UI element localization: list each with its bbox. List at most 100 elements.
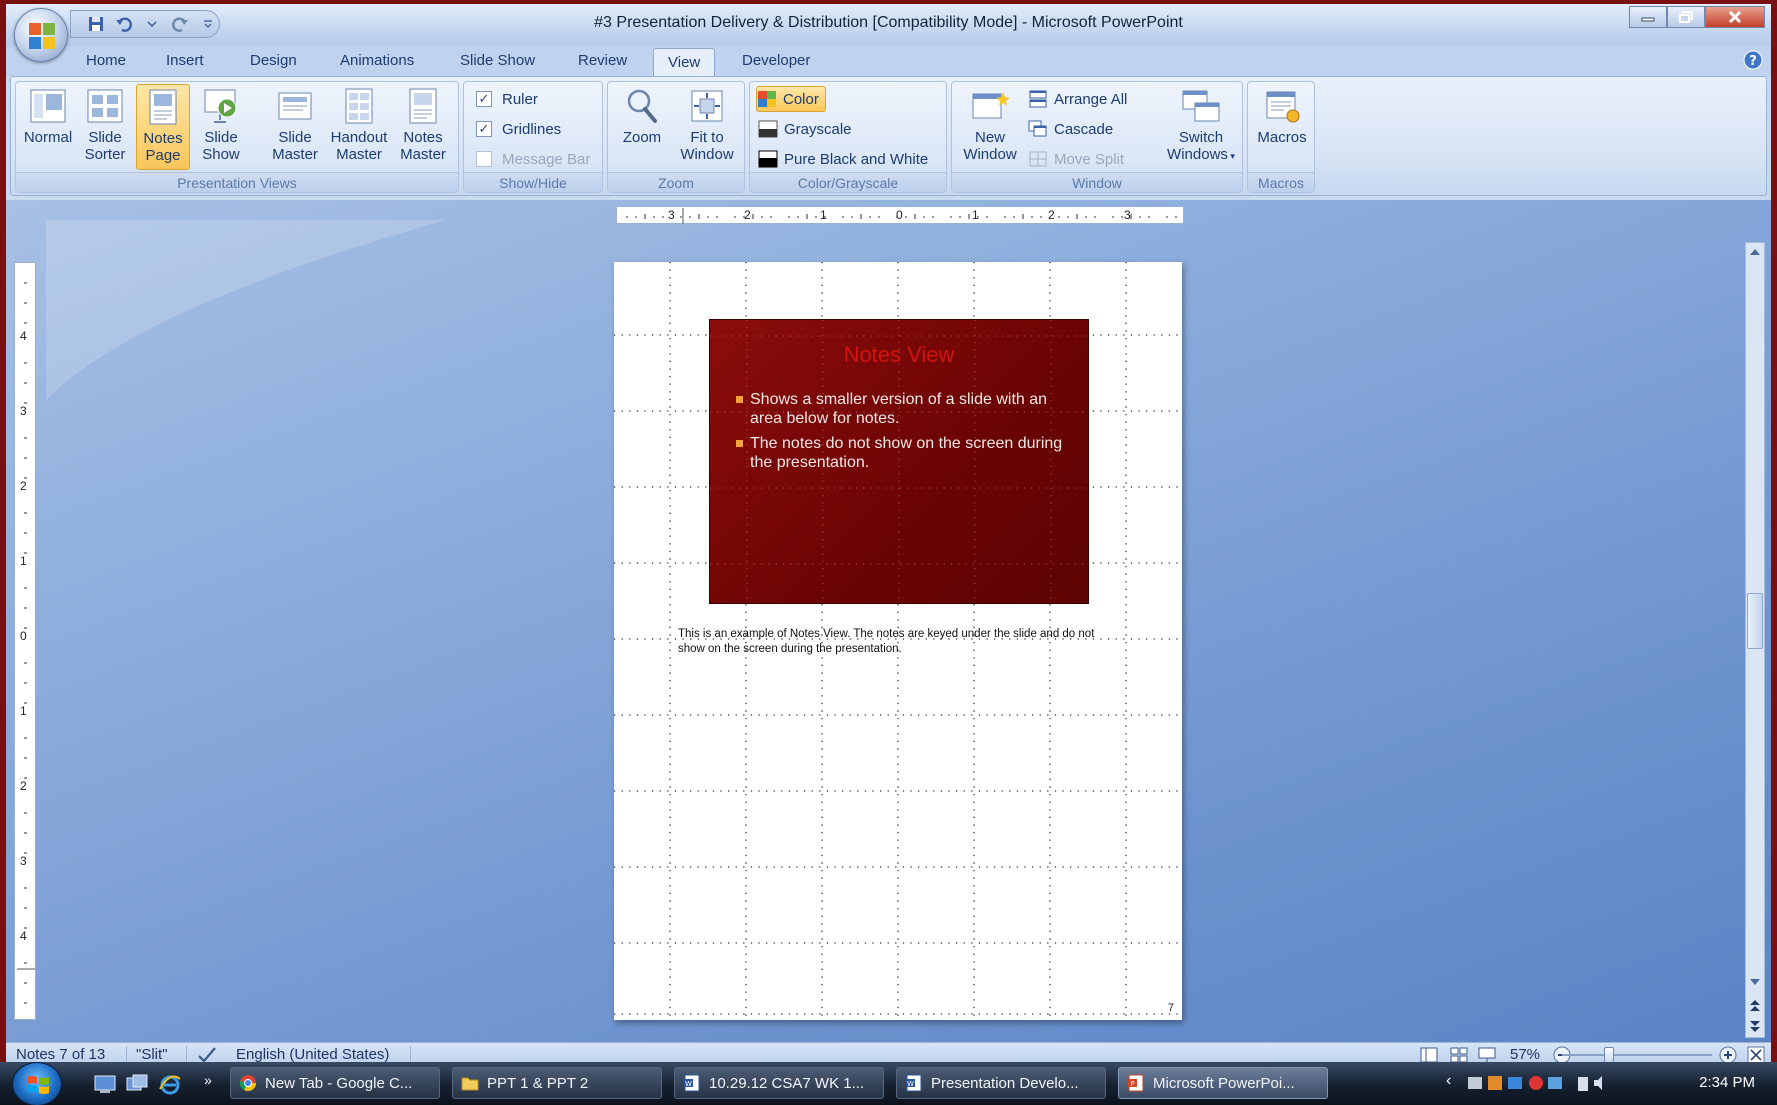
notes-page[interactable]: Notes View Shows a smaller version of a … — [614, 262, 1182, 1020]
macros-icon — [1266, 91, 1300, 123]
group-label-zoom: Zoom — [608, 172, 744, 192]
handout-master-button[interactable]: Handout Master — [326, 84, 392, 170]
next-slide-icon[interactable] — [1749, 1019, 1761, 1033]
more-icon[interactable]: » — [204, 1072, 212, 1088]
color-button[interactable]: Color — [756, 86, 826, 112]
v-ruler-label: 4 — [20, 329, 27, 343]
new-window-label-1: New — [974, 129, 1005, 146]
scrollbar-thumb[interactable] — [1747, 593, 1763, 649]
cascade-button[interactable]: Cascade — [1028, 116, 1113, 142]
tab-slide-show[interactable]: Slide Show — [460, 52, 535, 69]
undo-icon[interactable] — [115, 15, 133, 33]
language[interactable]: English (United States) — [236, 1046, 389, 1063]
show-desktop-icon[interactable] — [94, 1074, 116, 1094]
taskbar-item-label: Microsoft PowerPoi... — [1153, 1074, 1295, 1092]
move-split-button[interactable]: Move Split — [1028, 146, 1124, 172]
system-tray-icons[interactable] — [1466, 1074, 1606, 1094]
grayscale-button[interactable]: Grayscale — [758, 116, 852, 142]
gridlines-checkbox[interactable]: ✓ Gridlines — [476, 116, 561, 142]
close-button[interactable] — [1705, 6, 1765, 28]
horizontal-ruler[interactable]: 3 2 1 0 1 2 3 — [616, 206, 1184, 224]
notes-master-label-2: Master — [400, 146, 446, 163]
tab-animations[interactable]: Animations — [340, 52, 414, 69]
customize-toolbar-icon[interactable] — [199, 15, 217, 33]
save-icon[interactable] — [87, 15, 105, 33]
group-label-macros: Macros — [1248, 172, 1314, 192]
help-icon[interactable]: ? — [1743, 50, 1763, 70]
tab-insert[interactable]: Insert — [166, 52, 204, 69]
previous-slide-icon[interactable] — [1749, 999, 1761, 1013]
windows-logo-icon — [27, 1076, 49, 1094]
gridlines-label: Gridlines — [502, 120, 562, 138]
zoom-slider-handle[interactable] — [1604, 1047, 1614, 1063]
handout-master-label-1: Handout — [330, 129, 388, 146]
vertical-ruler[interactable]: 4 3 2 1 0 1 2 3 4 — [14, 262, 36, 1020]
slide-workspace[interactable]: 3 2 1 0 1 2 3 4 3 2 1 0 1 2 3 4 Notes Vi… — [6, 200, 1771, 1042]
slide-thumbnail[interactable]: Notes View Shows a smaller version of a … — [709, 319, 1090, 605]
slide-sorter-button[interactable]: Slide Sorter — [78, 84, 132, 170]
v-ruler-label: 2 — [20, 479, 27, 493]
redo-icon[interactable] — [171, 15, 189, 33]
pure-black-and-white-button[interactable]: Pure Black and White — [758, 146, 928, 172]
taskbar-item-folder[interactable]: PPT 1 & PPT 2 — [452, 1067, 662, 1099]
arrange-all-button[interactable]: Arrange All — [1028, 86, 1127, 112]
chevron-down-icon[interactable] — [143, 15, 161, 33]
vertical-scrollbar[interactable] — [1745, 242, 1765, 1038]
svg-text:?: ? — [1749, 54, 1757, 69]
tab-developer[interactable]: Developer — [742, 52, 810, 69]
grayscale-label: Grayscale — [784, 120, 852, 138]
group-color-grayscale: Color Grayscale Pure Black and White Col… — [749, 81, 947, 193]
tab-review[interactable]: Review — [578, 52, 627, 69]
scroll-up-icon[interactable] — [1749, 247, 1761, 257]
new-window-label-2: Window — [963, 146, 1017, 163]
notes-page-button[interactable]: Notes Page — [136, 84, 190, 170]
restore-button[interactable] — [1667, 6, 1705, 28]
ribbon: Normal Slide Sorter Notes Page Slide Sho… — [10, 76, 1767, 196]
h-ruler-label: 2 — [744, 208, 751, 222]
switch-windows-button[interactable]: Switch Windows ▾ — [1162, 84, 1240, 170]
macros-button[interactable]: Macros — [1252, 84, 1312, 170]
show-hidden-icons-icon[interactable]: ‹ — [1446, 1072, 1451, 1090]
zoom-level[interactable]: 57% — [1510, 1046, 1540, 1063]
ruler-checkbox[interactable]: ✓ Ruler — [476, 86, 538, 112]
slide-master-label-2: Master — [272, 146, 318, 163]
normal-view-label: Normal — [23, 129, 73, 146]
group-zoom: Zoom Fit to Window Zoom — [607, 81, 745, 193]
taskbar-item-word-doc-2[interactable]: W Presentation Develo... — [896, 1067, 1106, 1099]
tab-design[interactable]: Design — [250, 52, 297, 69]
slide-show-button[interactable]: Slide Show — [194, 84, 248, 170]
taskbar-item-word-doc-1[interactable]: W 10.29.12 CSA7 WK 1... — [674, 1067, 884, 1099]
zoom-slider[interactable] — [1562, 1054, 1712, 1056]
new-window-button[interactable]: New Window — [956, 84, 1024, 170]
office-button[interactable] — [14, 8, 68, 62]
arrange-all-icon — [1029, 90, 1047, 108]
start-button[interactable] — [12, 1062, 62, 1105]
slide-show-label-2: Show — [202, 146, 240, 163]
zoom-button[interactable]: Zoom — [614, 84, 670, 170]
tab-view[interactable]: View — [653, 48, 716, 78]
h-ruler-label: 1 — [972, 208, 979, 222]
scroll-down-icon[interactable] — [1749, 977, 1761, 987]
message-bar-checkbox[interactable]: Message Bar — [476, 146, 590, 172]
clock[interactable]: 2:34 PM — [1699, 1074, 1755, 1091]
cascade-label: Cascade — [1054, 120, 1114, 138]
slide-sorter-label-2: Sorter — [84, 146, 126, 163]
magnifier-icon — [627, 89, 657, 123]
notes-master-button[interactable]: Notes Master — [394, 84, 452, 170]
checkmark-icon: ✓ — [476, 121, 492, 137]
switch-windows-taskbar-icon[interactable] — [126, 1074, 148, 1094]
taskbar-item-chrome[interactable]: New Tab - Google C... — [230, 1067, 440, 1099]
internet-explorer-icon[interactable] — [158, 1073, 182, 1095]
macros-label: Macros — [1257, 129, 1307, 146]
notes-text[interactable]: This is an example of Notes View. The no… — [678, 627, 1124, 657]
normal-view-button[interactable]: Normal — [20, 84, 76, 170]
fit-to-window-button[interactable]: Fit to Window — [674, 84, 740, 170]
minimize-button[interactable] — [1629, 6, 1667, 28]
svg-text:W: W — [907, 1080, 914, 1088]
taskbar-item-powerpoint[interactable]: P Microsoft PowerPoi... — [1118, 1067, 1328, 1099]
h-ruler-label: 1 — [820, 208, 827, 222]
tab-home[interactable]: Home — [86, 52, 126, 69]
slide-master-button[interactable]: Slide Master — [266, 84, 324, 170]
v-ruler-label: 4 — [20, 929, 27, 943]
cascade-icon — [1028, 120, 1047, 137]
